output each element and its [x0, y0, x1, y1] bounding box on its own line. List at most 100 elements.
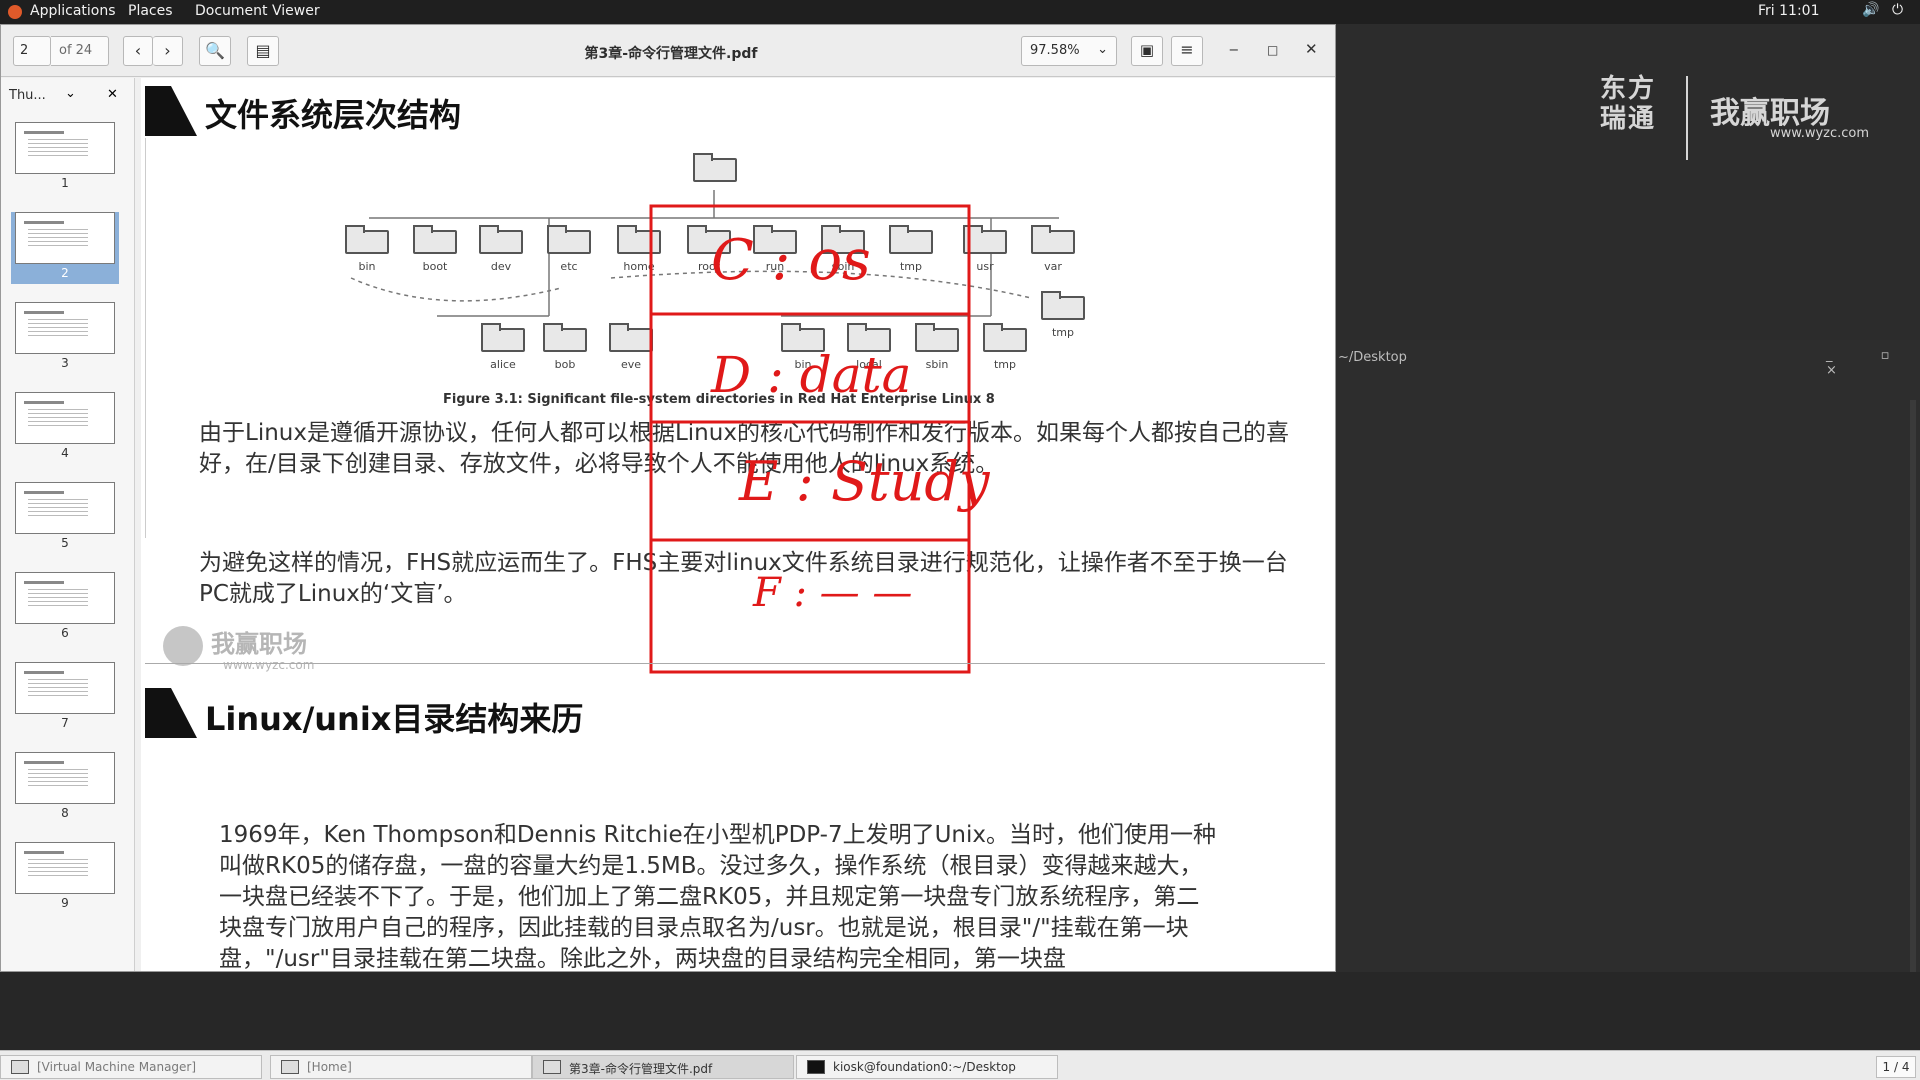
chevron-down-icon[interactable]: ⌄ — [65, 86, 76, 101]
maximize-button[interactable]: □ — [1267, 43, 1278, 57]
folder-label: tmp — [899, 260, 922, 273]
folder-label: bin — [358, 260, 376, 273]
wyzc-logo-url: www.wyzc.com — [1770, 126, 1870, 141]
document-viewer-window: 2 of 24 ‹ › 🔍 ▤ 第3章-命令行管理文件.pdf 97.58% ⌄… — [0, 24, 1336, 972]
folder-icon — [543, 323, 587, 352]
search-icon[interactable]: 🔍 — [199, 36, 231, 66]
page-thumbnail[interactable]: 6 — [11, 572, 119, 644]
folder-label: etc — [560, 260, 578, 273]
applications-menu[interactable]: Applications — [30, 3, 116, 19]
power-icon[interactable]: ⏻ — [1892, 2, 1903, 18]
terminal-window[interactable] — [1336, 340, 1920, 1040]
folder-label: alice — [490, 358, 516, 371]
folder-label: usr — [976, 260, 994, 273]
volume-icon[interactable]: 🔊 — [1862, 2, 1879, 18]
header-bar: 2 of 24 ‹ › 🔍 ▤ 第3章-命令行管理文件.pdf 97.58% ⌄… — [1, 25, 1335, 77]
folder-label: eve — [620, 358, 642, 371]
thumbnail-sidebar: Thu... ⌄ ✕ 1 2 3 4 5 6 7 8 9 — [1, 78, 135, 971]
slide-separator — [145, 663, 1325, 664]
terminal-window-controls[interactable]: _ ▫ × — [1826, 348, 1920, 378]
page-view[interactable]: 文件系统层次结构 bin boot dev etc home root run sbin tmp… — [141, 78, 1335, 971]
annotation-f: F : — — — [753, 570, 913, 616]
folder-icon — [963, 225, 1007, 254]
folder-icon — [1041, 291, 1085, 320]
page-thumbnail[interactable]: 5 — [11, 482, 119, 554]
sidebar-mode-select[interactable]: Thu... — [9, 88, 46, 103]
folder-label: bob — [554, 358, 576, 371]
paragraph: 1969年，Ken Thompson和Dennis Ritchie在小型机PDP… — [219, 822, 1216, 971]
zoom-value: 97.58% — [1030, 43, 1080, 58]
folder-icon — [1031, 225, 1075, 254]
thumbnail-image — [15, 212, 115, 264]
close-button[interactable]: ✕ — [1305, 40, 1318, 58]
slide-title-marker — [145, 688, 197, 738]
page-thumbnail[interactable]: 2 — [11, 212, 119, 284]
page-thumbnail[interactable]: 4 — [11, 392, 119, 464]
thumbnail-image — [15, 572, 115, 624]
thumbnail-image — [15, 662, 115, 714]
thumbnail-page-number: 1 — [61, 176, 69, 190]
zoom-select[interactable]: 97.58% ⌄ — [1021, 36, 1117, 66]
thumbnail-page-number: 2 — [61, 266, 69, 280]
page-thumbnail[interactable]: 1 — [11, 122, 119, 194]
page-total-label: of 24 — [51, 36, 109, 66]
thumbnail-image — [15, 122, 115, 174]
thumbnail-page-number: 6 — [61, 626, 69, 640]
clock[interactable]: Fri 11:01 — [1758, 3, 1819, 19]
thumbnail-page-number: 8 — [61, 806, 69, 820]
terminal-title: ~/Desktop — [1338, 350, 1407, 365]
page-thumbnail[interactable]: 3 — [11, 302, 119, 374]
page-thumbnail[interactable]: 9 — [11, 842, 119, 914]
annotations-icon[interactable]: ▤ — [247, 36, 279, 66]
folder-label: home — [623, 260, 655, 273]
desktop-bottom-area — [0, 972, 1920, 1050]
task-label: [Home] — [307, 1060, 352, 1074]
thumbnail-image — [15, 842, 115, 894]
annotation-e-study: E : Study — [739, 450, 990, 513]
document-title: 第3章-命令行管理文件.pdf — [584, 46, 758, 62]
annotation-c-os: C : os — [711, 228, 871, 293]
terminal-scrollbar[interactable] — [1910, 400, 1916, 1040]
next-page-button[interactable]: › — [153, 36, 183, 66]
task-document-viewer[interactable]: 第3章-命令行管理文件.pdf — [532, 1055, 794, 1079]
thumbnail-image — [15, 482, 115, 534]
places-menu[interactable]: Places — [128, 3, 173, 19]
folder-label: sbin — [925, 358, 949, 371]
chevron-down-icon: ⌄ — [1097, 42, 1108, 57]
folder-label: tmp — [993, 358, 1016, 371]
previous-page-button[interactable]: ‹ — [123, 36, 153, 66]
app-menu-document-viewer[interactable]: Document Viewer — [195, 3, 320, 19]
folder-icon — [915, 323, 959, 352]
task-terminal[interactable]: kiosk@foundation0:~/Desktop — [796, 1055, 1058, 1079]
workspace-switcher[interactable]: 1 / 4 — [1876, 1056, 1916, 1078]
folder-icon — [481, 323, 525, 352]
thumbnail-page-number: 9 — [61, 896, 69, 910]
page-thumbnail[interactable]: 8 — [11, 752, 119, 824]
thumbnail-page-number: 5 — [61, 536, 69, 550]
thumbnail-image — [15, 752, 115, 804]
paragraph: 为避免这样的情况，FHS就应运而生了。FHS主要对linux文件系统目录进行规范… — [199, 550, 1288, 607]
hamburger-menu-icon[interactable]: ≡ — [1171, 36, 1203, 66]
thumbnail-image — [15, 302, 115, 354]
thumbnail-page-number: 7 — [61, 716, 69, 730]
folder-icon — [617, 225, 661, 254]
applications-icon[interactable] — [8, 5, 22, 19]
task-home[interactable]: [Home] — [270, 1055, 532, 1079]
folder-label: dev — [490, 260, 512, 273]
folder-icon — [413, 225, 457, 254]
thumbnail-page-number: 4 — [61, 446, 69, 460]
slide-title: Linux/unix目录结构来历 — [205, 700, 584, 738]
document-icon — [543, 1060, 561, 1074]
folder-icon — [547, 225, 591, 254]
thumbnail-image — [15, 392, 115, 444]
task-label: [Virtual Machine Manager] — [37, 1060, 197, 1074]
task-virtual-machine-manager[interactable]: [Virtual Machine Manager] — [0, 1055, 262, 1079]
folder-icon — [889, 225, 933, 254]
task-label: 第3章-命令行管理文件.pdf — [569, 1062, 713, 1076]
folder-icon — [479, 225, 523, 254]
view-mode-icon[interactable]: ▣ — [1131, 36, 1163, 66]
page-thumbnail[interactable]: 7 — [11, 662, 119, 734]
minimize-button[interactable]: ‒ — [1229, 40, 1239, 58]
sidebar-close-icon[interactable]: ✕ — [107, 87, 118, 102]
page-number-input[interactable]: 2 — [13, 36, 51, 66]
